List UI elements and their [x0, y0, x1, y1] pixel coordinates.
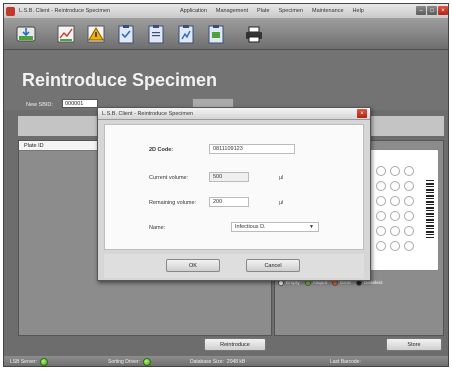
- clipboard-flag-icon[interactable]: [206, 24, 226, 44]
- remaining-volume-field[interactable]: 200: [209, 197, 249, 207]
- new-sbid-label: New SBID:: [26, 102, 53, 108]
- plate-well[interactable]: [404, 196, 414, 206]
- plate-well[interactable]: [376, 181, 386, 191]
- dialog-title: L.S.B. Client - Reintroduce Specimen: [102, 110, 194, 117]
- plate-well[interactable]: [404, 166, 414, 176]
- name-label: Name:: [149, 225, 166, 231]
- chart-icon[interactable]: [56, 24, 76, 44]
- status-database-label: Database Size:: [190, 359, 224, 365]
- plate-well[interactable]: [390, 196, 400, 206]
- toolbar: [4, 18, 448, 50]
- menu-specimen[interactable]: Specimen: [279, 8, 303, 14]
- dialog-footer: [104, 254, 364, 278]
- close-window-button[interactable]: ×: [438, 6, 448, 15]
- plate-well[interactable]: [404, 241, 414, 251]
- status-sorting: Sorting Driver:: [108, 356, 151, 366]
- plate-well[interactable]: [404, 226, 414, 236]
- minimize-button[interactable]: –: [416, 6, 426, 15]
- status-server: LSB Server:: [10, 356, 48, 366]
- plate-well[interactable]: [390, 211, 400, 221]
- status-database: Database Size: 2048 kB: [190, 356, 246, 366]
- dialog-body: 2D Code: 0811109123 Current volume: 500 …: [104, 124, 364, 250]
- status-sorting-label: Sorting Driver:: [108, 359, 140, 365]
- plate-well[interactable]: [404, 211, 414, 221]
- code-field[interactable]: 0811109123: [209, 144, 295, 154]
- maximize-button[interactable]: □: [427, 6, 437, 15]
- status-database-value: 2048 kB: [226, 359, 246, 365]
- current-volume-unit: µl: [279, 175, 284, 181]
- plate-well[interactable]: [390, 166, 400, 176]
- menu-management[interactable]: Management: [216, 8, 248, 14]
- plate-card: [369, 149, 439, 271]
- cancel-button[interactable]: Cancel: [246, 259, 300, 272]
- code-label: 2D Code:: [149, 147, 174, 153]
- status-barcode: Last Barcode:: [330, 356, 361, 366]
- application-window: L.S.B. Client - Reintroduce Specimen App…: [3, 3, 449, 367]
- dialog-title-bar: L.S.B. Client - Reintroduce Specimen ×: [98, 108, 370, 120]
- status-barcode-label: Last Barcode:: [330, 359, 361, 365]
- plate-well[interactable]: [390, 241, 400, 251]
- warning-icon[interactable]: [86, 24, 106, 44]
- printer-icon[interactable]: [244, 24, 264, 44]
- legend-label: Aliquot: [312, 280, 328, 286]
- plate-well[interactable]: [376, 226, 386, 236]
- chevron-down-icon: ▼: [309, 224, 314, 230]
- current-volume-field: 500: [209, 172, 249, 182]
- sorting-ok-icon: [142, 358, 151, 366]
- plate-well[interactable]: [404, 181, 414, 191]
- title-bar: L.S.B. Client - Reintroduce Specimen App…: [4, 4, 448, 18]
- page-title: Reintroduce Specimen: [22, 70, 218, 90]
- current-volume-label: Current volume:: [149, 175, 189, 181]
- name-select-value: Infectious D.: [235, 224, 266, 230]
- plate-well[interactable]: [390, 226, 400, 236]
- reintroduce-dialog: L.S.B. Client - Reintroduce Specimen × 2…: [97, 107, 371, 281]
- status-server-label: LSB Server:: [10, 359, 37, 365]
- remaining-volume-unit: µl: [279, 200, 284, 206]
- menu-plate[interactable]: Plate: [257, 8, 270, 14]
- plate-well[interactable]: [376, 196, 386, 206]
- specimen-import-icon[interactable]: [16, 24, 36, 44]
- plate-well[interactable]: [376, 241, 386, 251]
- name-select[interactable]: Infectious D. ▼: [231, 222, 319, 232]
- legend-label: Empty: [286, 280, 300, 286]
- menu-bar: Application Management Plate Specimen Ma…: [180, 4, 364, 18]
- legend-label: Error: [340, 280, 351, 286]
- menu-help[interactable]: Help: [353, 8, 364, 14]
- new-sbid-field[interactable]: 000001: [62, 99, 98, 108]
- remaining-volume-label: Remaining volume:: [149, 200, 197, 206]
- status-bar: LSB Server: Sorting Driver: Database Siz…: [4, 356, 448, 366]
- dialog-close-button[interactable]: ×: [357, 109, 367, 118]
- plate-well[interactable]: [390, 181, 400, 191]
- plate-barcode: [426, 180, 434, 238]
- clipboard-check-icon[interactable]: [116, 24, 136, 44]
- ok-button[interactable]: OK: [166, 259, 220, 272]
- menu-maintenance[interactable]: Maintenance: [312, 8, 344, 14]
- window-title: L.S.B. Client - Reintroduce Specimen: [19, 8, 111, 14]
- plate-well[interactable]: [376, 166, 386, 176]
- app-logo-icon: [6, 6, 15, 16]
- legend-label: Deselect: [363, 280, 383, 286]
- reintroduce-button[interactable]: Reintroduce: [204, 338, 266, 351]
- menu-application[interactable]: Application: [180, 8, 207, 14]
- plate-well[interactable]: [376, 211, 386, 221]
- window-controls: – □ ×: [416, 6, 448, 15]
- server-ok-icon: [39, 358, 48, 366]
- clipboard-chart-icon[interactable]: [176, 24, 196, 44]
- store-button[interactable]: Store: [386, 338, 442, 351]
- clipboard-icon[interactable]: [146, 24, 166, 44]
